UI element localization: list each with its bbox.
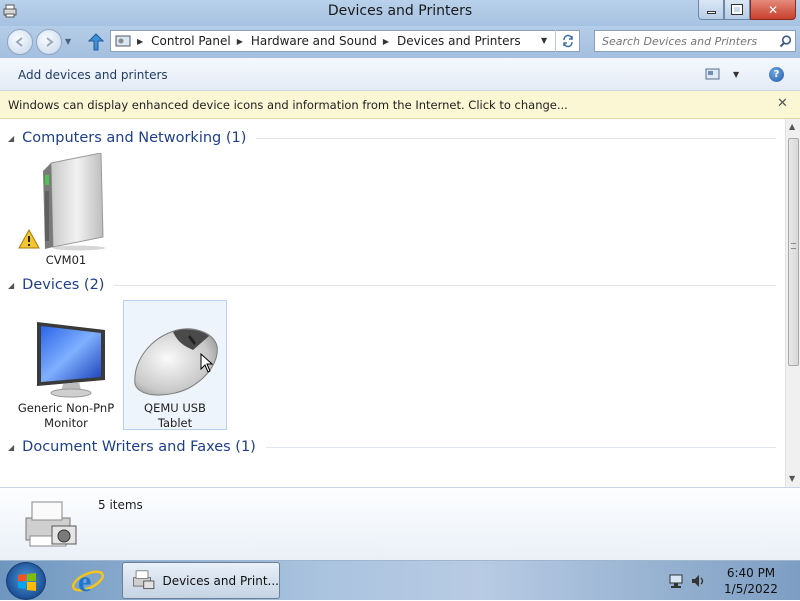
details-pane: 5 items xyxy=(0,487,800,560)
recent-pages-chevron-icon[interactable]: ▼ xyxy=(65,37,71,46)
info-bar[interactable]: Windows can display enhanced device icon… xyxy=(0,91,800,119)
clock-date: 1/5/2022 xyxy=(724,582,778,596)
taskbar-devices-and-printers[interactable]: Devices and Print... xyxy=(122,562,280,599)
info-bar-close-icon[interactable]: ✕ xyxy=(777,96,788,111)
svg-text:e: e xyxy=(78,565,91,598)
grip-icon xyxy=(791,243,796,249)
search-box[interactable] xyxy=(594,30,796,52)
collapse-triangle-icon[interactable]: ◢ xyxy=(8,443,14,452)
device-label: Generic Non-PnP Monitor xyxy=(17,401,115,430)
breadcrumb-label: Devices and Printers xyxy=(396,34,521,48)
taskbar-window-label: Devices and Print... xyxy=(162,573,279,588)
device-label: QEMU USB Tablet xyxy=(144,401,206,430)
group-header-computers[interactable]: ◢ Computers and Networking (1) xyxy=(8,128,776,148)
search-icon[interactable] xyxy=(779,35,792,48)
warning-icon xyxy=(18,229,40,249)
view-dropdown-icon: ▼ xyxy=(733,69,740,79)
breadcrumb-separator-icon[interactable]: ▶ xyxy=(383,37,389,46)
close-icon: ✕ xyxy=(767,2,779,17)
control-panel-icon xyxy=(115,35,131,47)
group-title: Computers and Networking (1) xyxy=(22,130,247,146)
minimize-button[interactable] xyxy=(698,0,724,20)
system-clock[interactable]: 6:40 PM 1/5/2022 xyxy=(716,565,786,597)
device-item-cvm01[interactable]: CVM01 xyxy=(14,152,118,268)
help-button[interactable]: ? xyxy=(769,67,784,82)
restore-icon xyxy=(731,4,743,15)
mouse-cursor-icon xyxy=(200,353,214,373)
address-bar[interactable]: ▶ Control Panel ▶ Hardware and Sound ▶ D… xyxy=(110,30,580,52)
refresh-icon xyxy=(563,34,573,48)
breadcrumb-label: Hardware and Sound xyxy=(250,34,377,48)
device-item-generic-monitor[interactable]: Generic Non-PnP Monitor xyxy=(14,318,118,431)
info-bar-message[interactable]: Windows can display enhanced device icon… xyxy=(8,98,568,112)
scrollbar-thumb[interactable] xyxy=(788,138,799,366)
window-title: Devices and Printers xyxy=(327,3,473,19)
taskbar: e Devices and Print... 6:40 PM 1/5/2022 xyxy=(0,560,800,600)
monitor-icon xyxy=(37,322,105,398)
group-header-document-writers[interactable]: ◢ Document Writers and Faxes (1) xyxy=(8,437,776,457)
command-bar: Add devices and printers ▼ ? xyxy=(0,58,800,91)
taskbar-internet-explorer[interactable]: e xyxy=(70,564,110,598)
refresh-button[interactable] xyxy=(555,30,580,52)
volume-icon[interactable] xyxy=(690,573,706,589)
group-divider xyxy=(265,446,776,448)
minimize-icon xyxy=(706,11,716,14)
internet-explorer-icon: e xyxy=(71,565,105,598)
devices-and-printers-icon xyxy=(25,501,77,547)
breadcrumb-label: Control Panel xyxy=(151,34,231,48)
search-input[interactable] xyxy=(602,34,772,48)
network-icon[interactable] xyxy=(668,573,684,589)
breadcrumb-item-control-panel[interactable]: Control Panel ▶ xyxy=(151,34,251,48)
change-view-button[interactable]: ▼ xyxy=(705,68,739,80)
help-icon: ? xyxy=(773,69,780,80)
item-count: 5 items xyxy=(98,498,143,512)
group-title: Document Writers and Faxes (1) xyxy=(22,439,256,455)
clock-time: 6:40 PM xyxy=(726,566,776,580)
group-divider xyxy=(256,137,776,139)
scroll-up-icon[interactable]: ▲ xyxy=(789,122,795,131)
collapse-triangle-icon[interactable]: ◢ xyxy=(8,134,14,143)
back-button[interactable] xyxy=(7,29,33,55)
maximize-button[interactable] xyxy=(724,0,750,20)
devices-and-printers-icon xyxy=(133,569,155,589)
breadcrumb-separator-icon: ▶ xyxy=(137,36,144,46)
breadcrumb-item-hardware-and-sound[interactable]: Hardware and Sound ▶ xyxy=(251,34,397,48)
back-arrow-icon xyxy=(15,37,23,47)
collapse-triangle-icon[interactable]: ◢ xyxy=(8,281,14,290)
title-bar: Devices and Printers ✕ xyxy=(0,0,800,26)
forward-button[interactable] xyxy=(36,29,62,55)
scroll-down-icon[interactable]: ▼ xyxy=(789,474,795,483)
breadcrumb-separator-icon[interactable]: ▶ xyxy=(237,37,243,46)
device-list: ◢ Computers and Networking (1) CVM01 ◢ D… xyxy=(0,119,785,487)
close-button[interactable]: ✕ xyxy=(750,0,796,20)
navigation-bar: ▼ ▶ Control Panel ▶ Hardware and Sound ▶… xyxy=(0,26,800,58)
add-devices-button[interactable]: Add devices and printers xyxy=(18,68,168,82)
group-header-devices[interactable]: ◢ Devices (2) xyxy=(8,275,776,295)
forward-arrow-icon xyxy=(46,37,54,47)
device-item-qemu-usb-tablet[interactable]: QEMU USB Tablet xyxy=(123,300,227,430)
up-arrow-icon[interactable] xyxy=(88,33,104,51)
start-button[interactable] xyxy=(6,562,46,600)
breadcrumb-item-devices-and-printers[interactable]: Devices and Printers xyxy=(397,34,521,48)
windows-logo-icon xyxy=(18,573,36,591)
group-divider xyxy=(114,284,776,286)
group-title: Devices (2) xyxy=(22,277,105,293)
device-label: CVM01 xyxy=(45,253,87,267)
vertical-scrollbar[interactable]: ▲ ▼ xyxy=(785,119,800,487)
view-icon xyxy=(705,68,720,80)
address-dropdown-icon[interactable]: ▼ xyxy=(541,36,547,45)
